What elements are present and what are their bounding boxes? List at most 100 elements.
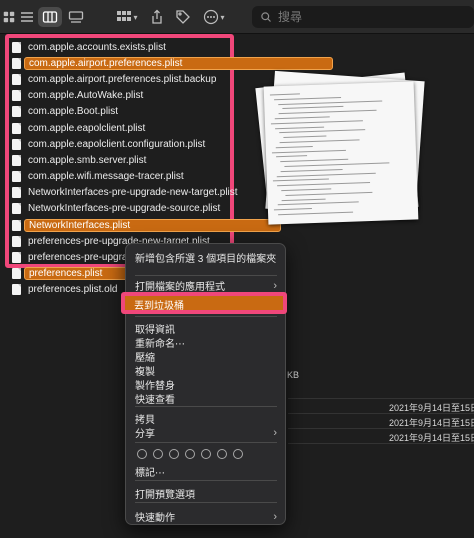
file-row[interactable]: com.apple.smb.server.plist: [9, 152, 230, 168]
menu-item-share[interactable]: 分享 ›: [135, 425, 277, 441]
file-row[interactable]: com.apple.eapolclient.configuration.plis…: [9, 136, 230, 152]
file-name: com.apple.wifi.message-tracer.plist: [28, 171, 184, 183]
chevron-right-icon: ›: [273, 510, 277, 523]
preview-text-line: [272, 178, 329, 182]
file-name: com.apple.eapolclient.configuration.plis…: [28, 138, 206, 150]
preview-text-line: [285, 191, 373, 196]
preview-text-line: [278, 211, 354, 216]
tag-colors: [137, 449, 243, 459]
tag-circle-icon[interactable]: [169, 449, 179, 459]
tag-circle-icon[interactable]: [153, 449, 163, 459]
icon-view-icon[interactable]: [2, 7, 16, 27]
row-divider: [288, 428, 474, 429]
menu-separator: [135, 502, 277, 503]
file-row[interactable]: NetworkInterfaces-pre-upgrade-new-target…: [9, 185, 238, 201]
preview-text-line: [284, 162, 390, 167]
gallery-view-icon[interactable]: [66, 7, 86, 27]
file-list: com.apple.accounts.exists.plist com.apple…: [5, 34, 334, 296]
share-icon[interactable]: [148, 7, 166, 27]
size-unit: KB: [287, 370, 300, 380]
menu-item-make-alias[interactable]: 製作替身: [135, 377, 277, 392]
document-icon: [12, 284, 21, 296]
menu-item-quick-look[interactable]: 快速查看: [135, 391, 277, 406]
menu-separator: [135, 275, 277, 276]
menu-item-copy[interactable]: 拷貝: [135, 411, 277, 426]
file-name: com.apple.Boot.plist: [28, 106, 119, 118]
preview-text-line: [273, 208, 312, 211]
preview-text-line: [279, 139, 360, 144]
preview-text-line: [276, 172, 376, 177]
preview-text-line: [280, 168, 343, 172]
preview-text-line: [274, 96, 342, 101]
file-name: com.apple.accounts.exists.plist: [28, 41, 166, 53]
tag-circle-icon[interactable]: [137, 449, 147, 459]
menu-separator: [135, 316, 277, 317]
menu-item-tags[interactable]: 標記⋯: [135, 464, 277, 479]
tag-circle-icon[interactable]: [217, 449, 227, 459]
file-row[interactable]: com.apple.airport.preferences.plist: [9, 55, 334, 71]
file-row[interactable]: com.apple.accounts.exists.plist: [9, 39, 230, 55]
file-name: com.apple.eapolclient.plist: [28, 122, 146, 134]
preview-text-line: [281, 198, 326, 201]
file-name: com.apple.airport.preferences.plist.back…: [28, 73, 217, 85]
file-name: NetworkInterfaces.plist: [24, 218, 282, 232]
document-icon: [12, 187, 21, 199]
list-view-icon[interactable]: [18, 7, 36, 27]
preview-text-line: [270, 120, 363, 125]
menu-item-quick-actions[interactable]: 快速動作 ›: [135, 509, 277, 525]
document-icon: [12, 73, 21, 85]
preview-text-line: [276, 155, 308, 158]
row-divider: [288, 443, 474, 444]
search-input[interactable]: [278, 10, 458, 24]
group-icon[interactable]: ▾: [114, 7, 140, 27]
tag-circle-icon[interactable]: [185, 449, 195, 459]
search-field[interactable]: [252, 6, 474, 28]
document-icon: [12, 138, 21, 150]
menu-item-rename[interactable]: 重新命名⋯: [135, 335, 277, 350]
more-icon[interactable]: ▾: [200, 7, 228, 27]
chevron-right-icon: ›: [273, 426, 277, 439]
menu-item-new-folder[interactable]: 新增包含所選 3 個項目的檔案夾: [135, 250, 277, 265]
column-view-icon[interactable]: [38, 7, 62, 27]
file-row[interactable]: com.apple.Boot.plist: [9, 104, 230, 120]
file-row[interactable]: com.apple.eapolclient.plist: [9, 120, 230, 136]
tag-icon[interactable]: [174, 7, 192, 27]
finder-toolbar: ▾ ▾: [0, 0, 474, 34]
file-row[interactable]: NetworkInterfaces-pre-upgrade-source.pli…: [9, 201, 230, 217]
file-name: NetworkInterfaces-pre-upgrade-source.pli…: [28, 203, 221, 215]
preview-text-line: [278, 100, 383, 105]
preview-text-line: [282, 106, 344, 110]
document-icon: [12, 90, 21, 102]
preview-text-line: [271, 149, 346, 154]
file-row[interactable]: NetworkInterfaces.plist: [9, 217, 282, 233]
document-icon: [12, 122, 21, 134]
tag-circle-icon[interactable]: [201, 449, 211, 459]
preview-text-line: [269, 93, 300, 96]
file-name: preferences.plist.old: [28, 284, 118, 296]
document-icon: [12, 154, 21, 166]
file-row[interactable]: com.apple.AutoWake.plist: [9, 88, 230, 104]
file-row[interactable]: com.apple.airport.preferences.plist.back…: [9, 71, 230, 87]
menu-item-open-with[interactable]: 打開檔案的應用程式 ›: [135, 278, 277, 294]
menu-separator: [135, 480, 277, 481]
document-icon: [12, 171, 21, 183]
document-icon: [12, 106, 21, 118]
row-divider: [288, 398, 474, 399]
file-name: com.apple.smb.server.plist: [28, 154, 147, 166]
file-row[interactable]: com.apple.wifi.message-tracer.plist: [9, 169, 230, 185]
menu-separator: [135, 406, 277, 407]
preview-text-line: [275, 145, 313, 149]
search-icon: [261, 12, 271, 22]
preview-text-line: [279, 129, 366, 134]
tag-circle-icon[interactable]: [233, 449, 243, 459]
menu-item-get-info[interactable]: 取得資訊: [135, 321, 277, 336]
document-icon: [12, 268, 21, 280]
document-icon: [12, 203, 21, 215]
menu-item-show-view-options[interactable]: 打開預覽選項: [135, 486, 277, 501]
menu-item-move-to-trash-label[interactable]: 丟到垃圾桶: [134, 297, 184, 312]
file-name: com.apple.airport.preferences.plist: [24, 56, 334, 70]
document-icon: [12, 235, 21, 247]
menu-separator: [135, 442, 277, 443]
menu-item-compress[interactable]: 壓縮: [135, 349, 277, 364]
menu-item-duplicate[interactable]: 複製: [135, 363, 277, 378]
